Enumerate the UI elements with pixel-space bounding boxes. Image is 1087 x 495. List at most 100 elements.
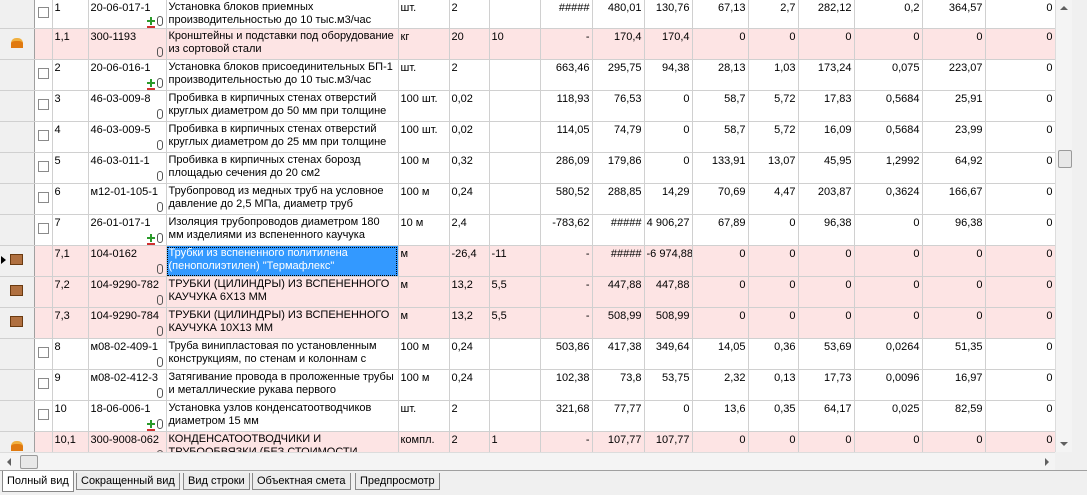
paperclip-icon[interactable]	[156, 419, 163, 429]
row-checkbox[interactable]	[37, 7, 49, 18]
row-checkbox[interactable]	[37, 130, 49, 141]
row-name[interactable]: Пробивка в кирпичных стенах отверстий кр…	[166, 90, 399, 122]
plus-minus-icon[interactable]	[146, 79, 155, 90]
row-name[interactable]: ТРУБКИ (ЦИЛИНДРЫ) ИЗ ВСПЕНЕННОГО КАУЧУКА…	[166, 276, 399, 308]
row-indicator[interactable]	[0, 276, 35, 308]
row-name[interactable]: Трубки из вспененного политилена (пенопо…	[166, 245, 399, 277]
row-indicator[interactable]	[0, 121, 35, 153]
paperclip-icon[interactable]	[156, 47, 163, 57]
paperclip-icon[interactable]	[156, 16, 163, 26]
row-checkbox[interactable]	[37, 161, 49, 172]
row-indicator[interactable]	[0, 400, 35, 432]
row-indicator[interactable]	[0, 28, 35, 60]
table-row[interactable]: 1,1 300-1193 Кронштейны и подставки под …	[0, 28, 1055, 60]
paperclip-icon[interactable]	[156, 388, 163, 398]
estimate-grid[interactable]: 1 20-06-017-1 Установка блоков приемных …	[0, 0, 1055, 452]
row-checkbox[interactable]	[37, 409, 49, 420]
row-indicator[interactable]	[0, 0, 35, 29]
row-name[interactable]: Кронштейны и подставки под оборудование …	[166, 28, 399, 60]
horizontal-scrollbar[interactable]	[0, 452, 1055, 470]
table-row[interactable]: 2 20-06-016-1 Установка блоков присоедин…	[0, 59, 1055, 91]
row-indicator[interactable]	[0, 183, 35, 215]
row-name[interactable]: КОНДЕНСАТООТВОДЧИКИ И ТРУБООБВЯЗКИ (БЕЗ …	[166, 431, 399, 452]
row-name[interactable]: Трубопровод из медных труб на условное д…	[166, 183, 399, 215]
row-value: 0	[854, 307, 923, 339]
scroll-up-arrow-icon[interactable]	[1060, 6, 1068, 10]
paperclip-icon[interactable]	[156, 109, 163, 119]
row-checkbox[interactable]	[37, 378, 49, 389]
row-value: 0	[922, 431, 986, 452]
paperclip-icon[interactable]	[156, 140, 163, 150]
paperclip-icon[interactable]	[156, 171, 163, 181]
plus-minus-icon[interactable]	[146, 17, 155, 28]
plus-minus-icon[interactable]	[146, 420, 155, 431]
table-row[interactable]: 1 20-06-017-1 Установка блоков приемных …	[0, 0, 1055, 29]
table-row[interactable]: 5 46-03-011-1 Пробивка в кирпичных стена…	[0, 152, 1055, 184]
row-checkbox[interactable]	[37, 223, 49, 234]
plus-minus-icon[interactable]	[146, 234, 155, 245]
row-unit: 100 м	[398, 152, 450, 184]
row-indicator[interactable]	[0, 245, 35, 277]
paperclip-icon[interactable]	[156, 357, 163, 367]
row-checkbox[interactable]	[37, 347, 49, 358]
row-number: 1	[52, 0, 89, 29]
tab-object-estimate[interactable]: Объектная смета	[252, 473, 351, 490]
scroll-left-arrow-icon[interactable]	[7, 458, 11, 466]
scroll-down-arrow-icon[interactable]	[1060, 442, 1068, 446]
paperclip-icon[interactable]	[156, 295, 163, 305]
row-coef	[489, 121, 541, 153]
table-row[interactable]: 9 м08-02-412-3 Затягивание провода в про…	[0, 369, 1055, 401]
row-indicator[interactable]	[0, 369, 35, 401]
table-row[interactable]: 10 18-06-006-1 Установка узлов конденсат…	[0, 400, 1055, 432]
vertical-scrollbar[interactable]	[1055, 0, 1073, 452]
row-unit: 100 м	[398, 183, 450, 215]
row-name[interactable]: Пробивка в кирпичных стенах отверстий кр…	[166, 121, 399, 153]
paperclip-icon[interactable]	[156, 78, 163, 88]
paperclip-icon[interactable]	[156, 326, 163, 336]
paperclip-icon[interactable]	[156, 233, 163, 243]
row-value: 295,75	[592, 59, 645, 91]
table-row[interactable]: 4 46-03-009-5 Пробивка в кирпичных стена…	[0, 121, 1055, 153]
table-row[interactable]: 10,1 300-9008-062 КОНДЕНСАТООТВОДЧИКИ И …	[0, 431, 1055, 452]
paperclip-icon[interactable]	[156, 264, 163, 274]
row-checkbox[interactable]	[37, 192, 49, 203]
row-value: 5,72	[748, 90, 799, 122]
row-checkbox[interactable]	[37, 68, 49, 79]
row-checkbox[interactable]	[37, 99, 49, 110]
paperclip-icon[interactable]	[156, 202, 163, 212]
table-row[interactable]: 7 26-01-017-1 Изоляция трубопроводов диа…	[0, 214, 1055, 246]
row-indicator[interactable]	[0, 431, 35, 452]
row-indicator[interactable]	[0, 338, 35, 370]
tab-row-view[interactable]: Вид строки	[183, 473, 250, 490]
vertical-scroll-thumb[interactable]	[1058, 150, 1072, 168]
row-value: 82,59	[922, 400, 986, 432]
table-row[interactable]: 6 м12-01-105-1 Трубопровод из медных тру…	[0, 183, 1055, 215]
table-row[interactable]: 3 46-03-009-8 Пробивка в кирпичных стена…	[0, 90, 1055, 122]
row-name[interactable]: Изоляция трубопроводов диаметром 180 мм …	[166, 214, 399, 246]
row-indicator[interactable]	[0, 152, 35, 184]
horizontal-scroll-thumb[interactable]	[20, 455, 38, 469]
row-value: 0	[985, 90, 1055, 122]
row-indicator[interactable]	[0, 90, 35, 122]
table-row[interactable]: 7,1 104-0162 Трубки из вспененного полит…	[0, 245, 1055, 277]
tab-full-view[interactable]: Полный вид	[2, 471, 74, 492]
row-indicator[interactable]	[0, 214, 35, 246]
scroll-right-arrow-icon[interactable]	[1045, 458, 1049, 466]
row-name[interactable]: Труба винипластовая по установленным кон…	[166, 338, 399, 370]
row-indicator[interactable]	[0, 59, 35, 91]
row-name[interactable]: Затягивание провода в проложенные трубы …	[166, 369, 399, 401]
tab-preview[interactable]: Предпросмотр	[355, 473, 440, 490]
table-row[interactable]: 8 м08-02-409-1 Труба винипластовая по ус…	[0, 338, 1055, 370]
table-row[interactable]: 7,2 104-9290-782 ТРУБКИ (ЦИЛИНДРЫ) ИЗ ВС…	[0, 276, 1055, 308]
row-value: 0,35	[748, 400, 799, 432]
row-value: 0	[922, 28, 986, 60]
row-name[interactable]: ТРУБКИ (ЦИЛИНДРЫ) ИЗ ВСПЕНЕННОГО КАУЧУКА…	[166, 307, 399, 339]
row-name[interactable]: Установка блоков присоединительных БП-1 …	[166, 59, 399, 91]
row-indicator[interactable]	[0, 307, 35, 339]
row-value: 0	[985, 276, 1055, 308]
row-name[interactable]: Установка блоков приемных производительн…	[166, 0, 399, 29]
table-row[interactable]: 7,3 104-9290-784 ТРУБКИ (ЦИЛИНДРЫ) ИЗ ВС…	[0, 307, 1055, 339]
row-name[interactable]: Установка узлов конденсатоотводчиков диа…	[166, 400, 399, 432]
tab-short-view[interactable]: Сокращенный вид	[76, 473, 180, 490]
row-name[interactable]: Пробивка в кирпичных стенах борозд площа…	[166, 152, 399, 184]
